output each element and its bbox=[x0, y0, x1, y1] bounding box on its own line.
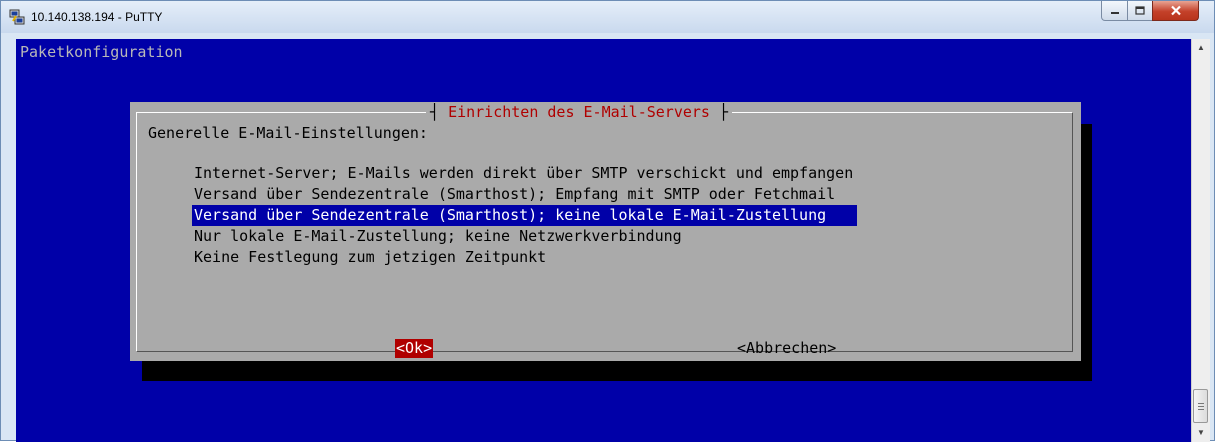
dialog-title: Einrichten des E-Mail-Servers bbox=[426, 103, 733, 121]
window-title: 10.140.138.194 - PuTTY bbox=[31, 10, 163, 24]
option-local-only[interactable]: Nur lokale E-Mail-Zustellung; keine Netz… bbox=[192, 226, 857, 247]
maximize-button[interactable] bbox=[1127, 1, 1153, 21]
option-no-config[interactable]: Keine Festlegung zum jetzigen Zeitpunkt bbox=[192, 247, 857, 268]
terminal-area[interactable]: Paketkonfiguration Einrichten des E-Mail… bbox=[16, 39, 1191, 442]
cancel-button[interactable]: <Abbrechen> bbox=[737, 339, 836, 358]
putty-icon[interactable] bbox=[9, 9, 25, 25]
close-icon bbox=[1170, 5, 1181, 16]
grip-line bbox=[1198, 406, 1204, 407]
putty-window: 10.140.138.194 - PuTTY Paketkonfiguratio… bbox=[0, 0, 1215, 442]
ok-button[interactable]: <Ok> bbox=[395, 339, 434, 358]
grip-line bbox=[1198, 403, 1204, 404]
vertical-scrollbar[interactable]: ▲ ▼ bbox=[1191, 39, 1210, 442]
close-button[interactable] bbox=[1152, 1, 1199, 21]
options-list: Internet-Server; E-Mails werden direkt ü… bbox=[192, 163, 858, 268]
scroll-down-arrow-icon[interactable]: ▼ bbox=[1196, 428, 1206, 438]
title-bar[interactable]: 10.140.138.194 - PuTTY bbox=[1, 1, 1214, 33]
minimize-icon bbox=[1110, 11, 1119, 14]
minimize-button[interactable] bbox=[1101, 1, 1128, 21]
maximize-icon bbox=[1135, 6, 1145, 15]
package-config-header: Paketkonfiguration bbox=[20, 43, 183, 61]
grip-line bbox=[1198, 409, 1204, 410]
scroll-up-arrow-icon[interactable]: ▲ bbox=[1196, 43, 1206, 53]
scroll-thumb[interactable] bbox=[1193, 389, 1208, 423]
option-smarthost-smtp-fetchmail[interactable]: Versand über Sendezentrale (Smarthost); … bbox=[192, 184, 857, 205]
mail-server-dialog: Einrichten des E-Mail-Servers Generelle … bbox=[130, 102, 1081, 361]
option-internet-server[interactable]: Internet-Server; E-Mails werden direkt ü… bbox=[192, 163, 857, 184]
dialog-label: Generelle E-Mail-Einstellungen: bbox=[148, 124, 428, 142]
option-smarthost-no-local[interactable]: Versand über Sendezentrale (Smarthost); … bbox=[192, 205, 858, 226]
